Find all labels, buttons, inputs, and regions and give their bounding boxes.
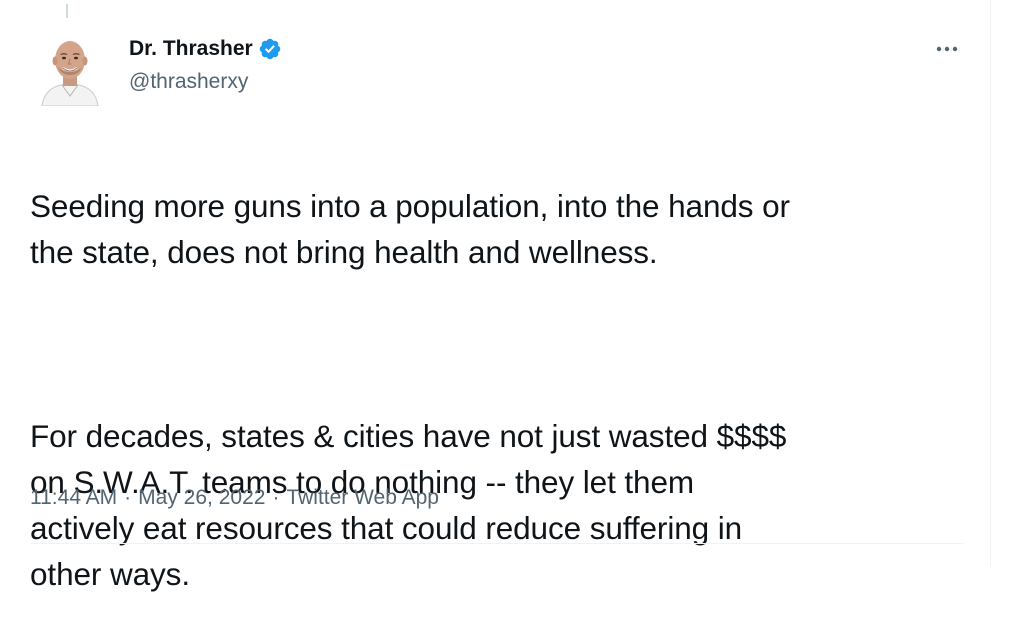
thread-connector-line bbox=[66, 4, 68, 18]
author-handle[interactable]: @thrasherxy bbox=[129, 70, 248, 94]
tweet-timestamp-date[interactable]: May 26, 2022 bbox=[138, 486, 265, 510]
avatar[interactable] bbox=[38, 30, 102, 106]
tweet-card: Dr. Thrasher @thrasherxy Seeding more gu… bbox=[0, 0, 990, 592]
user-avatar-icon bbox=[38, 30, 102, 106]
column-border bbox=[990, 0, 991, 566]
author-display-name[interactable]: Dr. Thrasher bbox=[129, 37, 253, 61]
tweet-meta-row: 11:44 AM · May 26, 2022 · Twitter Web Ap… bbox=[30, 486, 439, 510]
verified-badge-icon[interactable] bbox=[258, 37, 282, 61]
author-name-row[interactable]: Dr. Thrasher bbox=[129, 36, 282, 62]
tweet-text-paragraph-1: Seeding more guns into a population, int… bbox=[30, 188, 790, 270]
meta-separator: · bbox=[124, 486, 132, 509]
tweet-timestamp-time[interactable]: 11:44 AM bbox=[30, 486, 117, 510]
more-options-button[interactable] bbox=[930, 36, 964, 62]
more-options-icon bbox=[936, 46, 958, 52]
divider bbox=[30, 543, 964, 544]
tweet-text: Seeding more guns into a population, int… bbox=[30, 137, 980, 643]
tweet-source-link[interactable]: Twitter Web App bbox=[286, 486, 439, 510]
meta-separator: · bbox=[272, 486, 280, 509]
